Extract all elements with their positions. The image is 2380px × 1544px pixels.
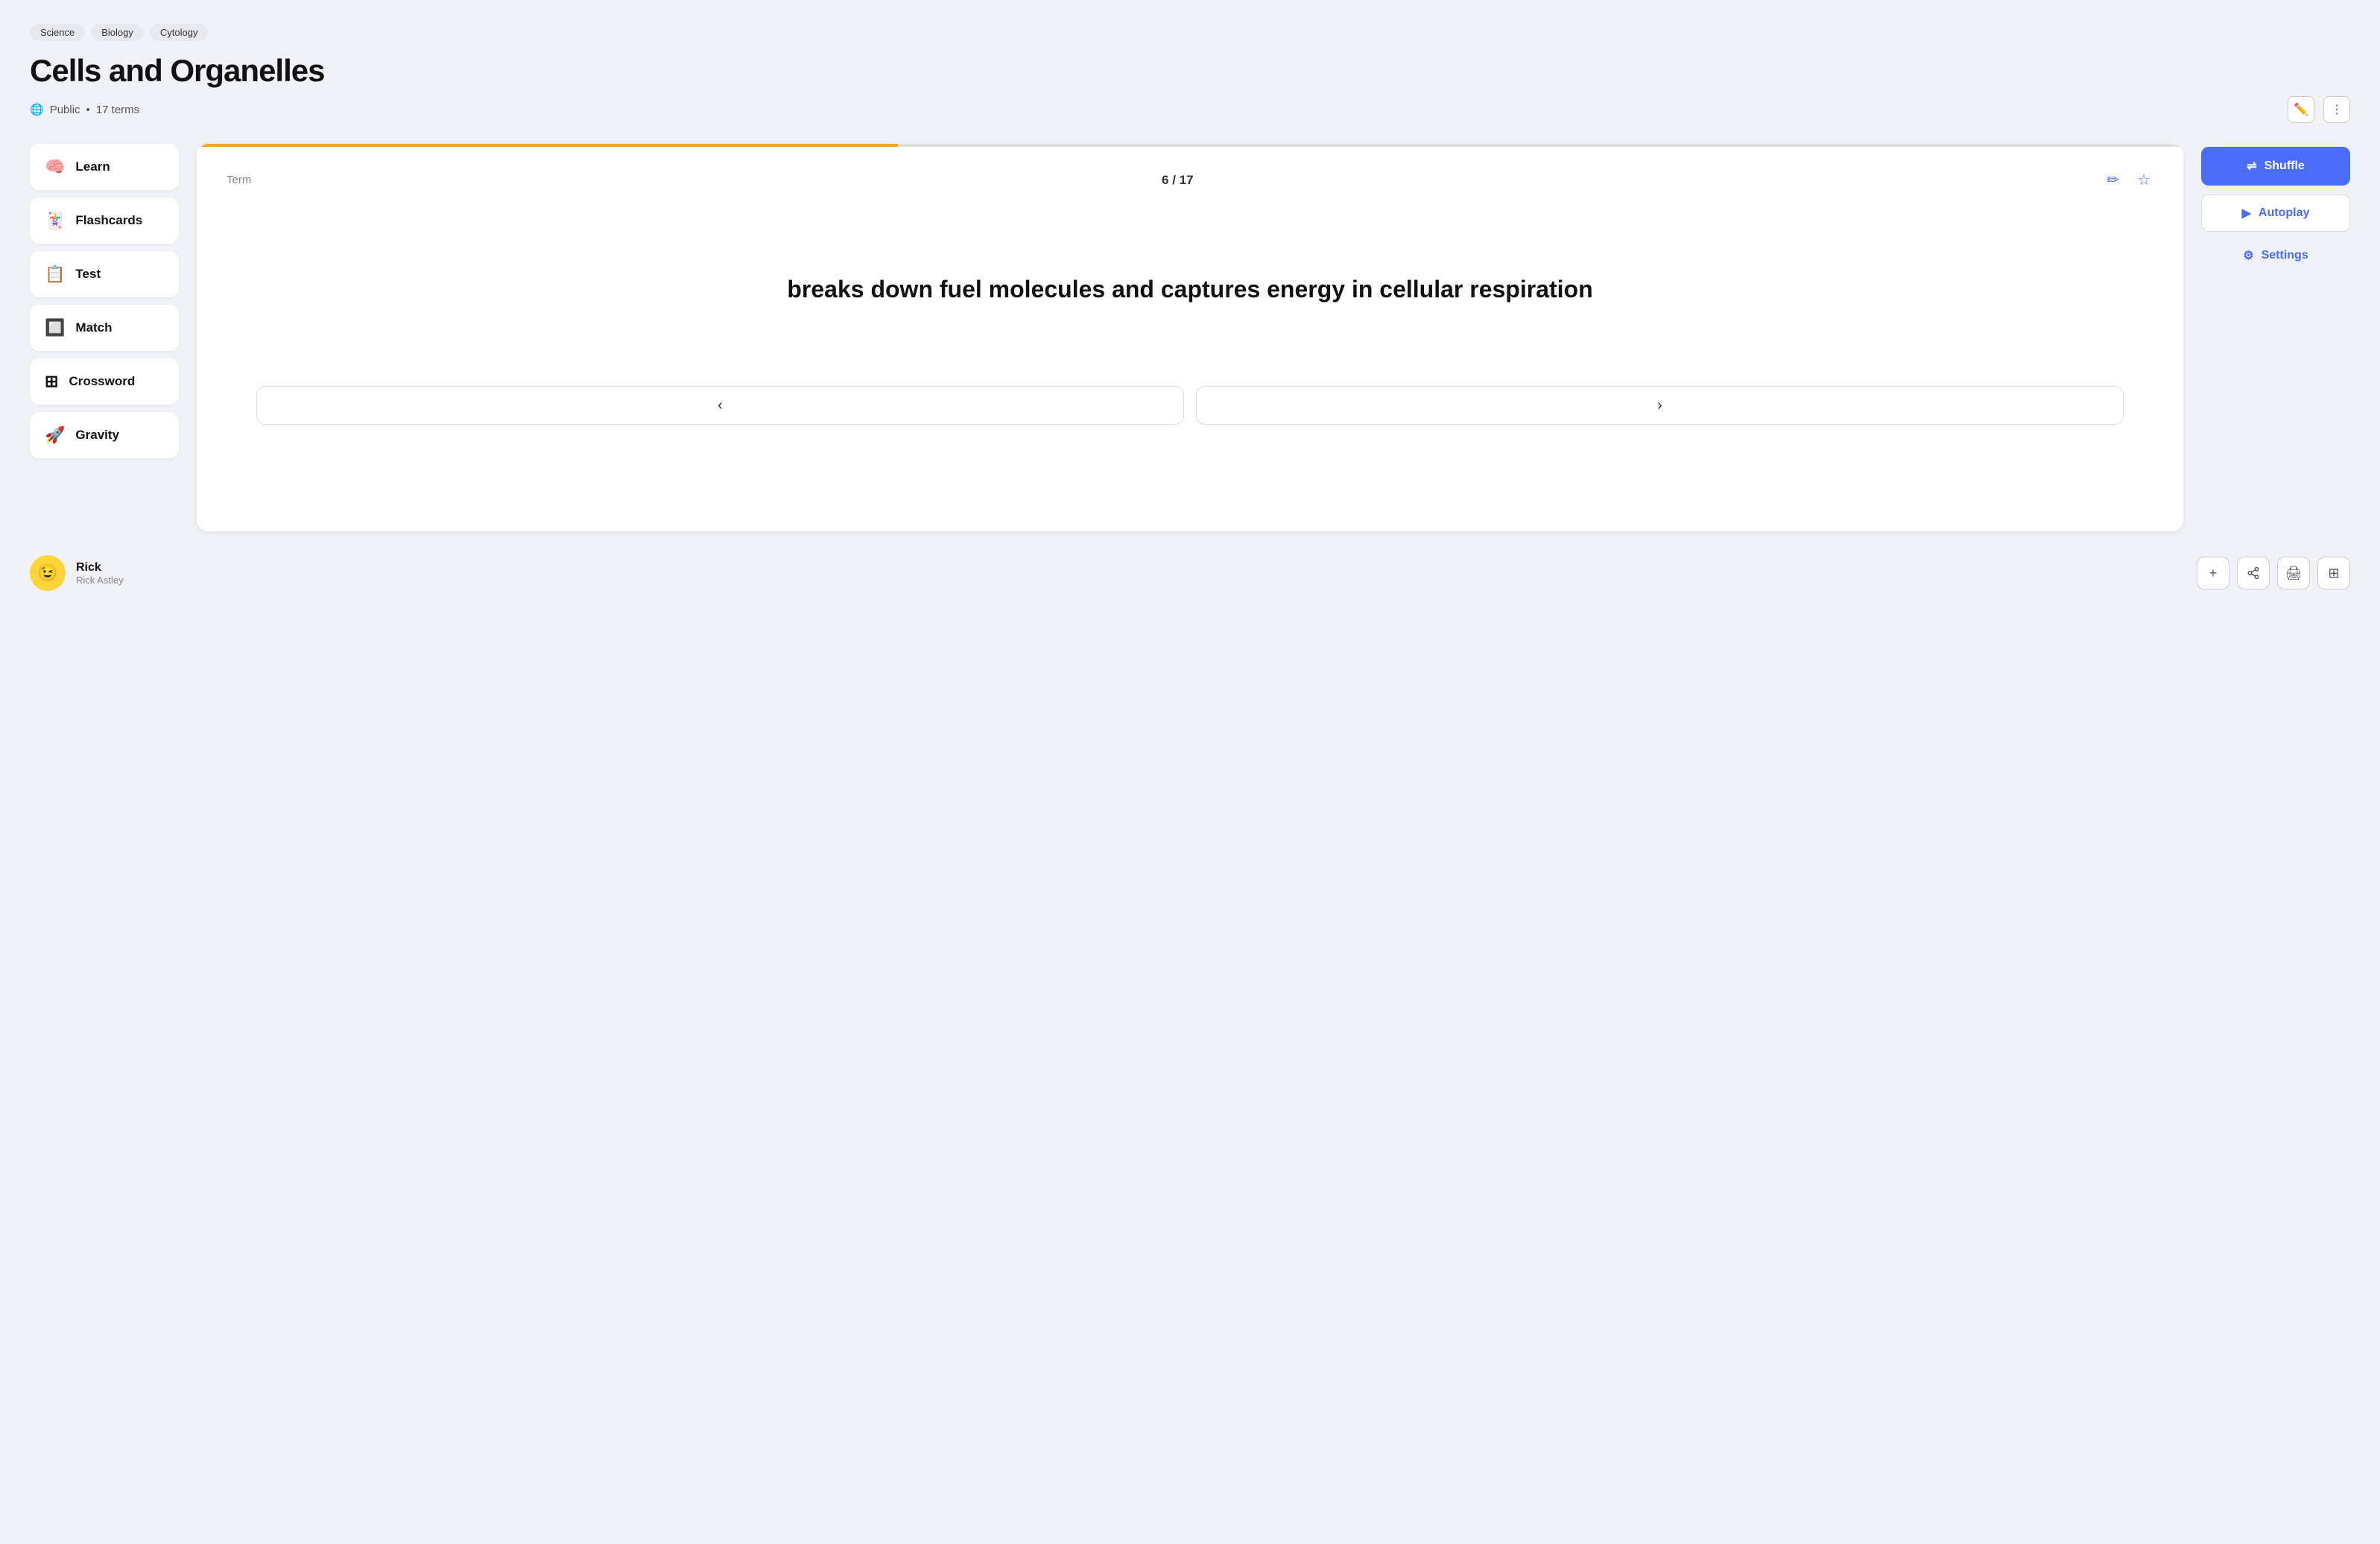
shuffle-label: Shuffle (2265, 159, 2305, 173)
autoplay-label: Autoplay (2259, 206, 2309, 220)
sidebar-label-learn: Learn (75, 159, 110, 174)
next-icon: › (1657, 397, 1662, 414)
flashcard-label: Term (227, 174, 251, 186)
meta-row: 🌐 Public • 17 terms ✏️ ⋮ (30, 96, 2350, 123)
dot-separator: • (86, 104, 90, 116)
grid-button[interactable]: ⊞ (2317, 557, 2350, 589)
sidebar-item-match[interactable]: 🔲 Match (30, 305, 179, 351)
avatar: 😉 (30, 555, 66, 591)
share-button[interactable] (2237, 557, 2270, 589)
match-icon: 🔲 (45, 318, 65, 338)
print-button[interactable]: 🖨 (2277, 557, 2310, 589)
flashcard-inner: Term 6 / 17 ✏ ☆ breaks down fuel molecul… (197, 147, 2183, 469)
right-panel: ⇌ Shuffle ▶ Autoplay ⚙ Settings (2201, 144, 2350, 270)
sidebar-item-test[interactable]: 📋 Test (30, 251, 179, 297)
sidebar-item-crossword[interactable]: ⊞ Crossword (30, 358, 179, 405)
prev-button[interactable]: ‹ (256, 386, 1184, 425)
shuffle-icon: ⇌ (2247, 159, 2256, 174)
flashcard-actions: ✏ ☆ (2104, 168, 2153, 192)
flashcard-star-button[interactable]: ☆ (2134, 168, 2153, 192)
bottom-actions: + 🖨 ⊞ (2197, 557, 2350, 589)
user-handle: Rick Astley (76, 575, 124, 586)
autoplay-button[interactable]: ▶ Autoplay (2201, 194, 2350, 232)
sidebar-label-test: Test (75, 267, 101, 282)
flashcard-area: Term 6 / 17 ✏ ☆ breaks down fuel molecul… (197, 144, 2183, 531)
flashcard-header: Term 6 / 17 ✏ ☆ (227, 168, 2153, 192)
sidebar-label-match: Match (75, 320, 112, 335)
sidebar-item-gravity[interactable]: 🚀 Gravity (30, 412, 179, 458)
bottom-bar: 😉 Rick Rick Astley + 🖨 ⊞ (30, 555, 2350, 591)
shuffle-button[interactable]: ⇌ Shuffle (2201, 147, 2350, 186)
sidebar-label-flashcards: Flashcards (75, 213, 142, 228)
prev-icon: ‹ (718, 397, 723, 414)
page-title: Cells and Organelles (30, 53, 2350, 89)
gear-icon: ⚙ (2243, 248, 2253, 263)
learn-icon: 🧠 (45, 157, 65, 177)
play-icon: ▶ (2242, 206, 2251, 221)
breadcrumb-biology[interactable]: Biology (91, 24, 144, 41)
settings-label: Settings (2262, 249, 2308, 262)
breadcrumbs: Science Biology Cytology (30, 24, 2350, 41)
visibility-label: Public (50, 104, 80, 116)
main-layout: 🧠 Learn 🃏 Flashcards 📋 Test 🔲 Match ⊞ Cr… (30, 144, 2350, 531)
flashcard-counter: 6 / 17 (1162, 173, 1194, 188)
settings-button[interactable]: ⚙ Settings (2201, 241, 2350, 270)
gravity-icon: 🚀 (45, 425, 65, 445)
next-button[interactable]: › (1196, 386, 2124, 425)
flashcard-text: breaks down fuel molecules and captures … (787, 273, 1592, 306)
meta-left: 🌐 Public • 17 terms (30, 103, 139, 116)
breadcrumb-science[interactable]: Science (30, 24, 85, 41)
edit-button[interactable]: ✏️ (2288, 96, 2314, 123)
test-icon: 📋 (45, 265, 65, 284)
globe-icon: 🌐 (30, 103, 44, 116)
sidebar-label-crossword: Crossword (69, 374, 135, 389)
avatar-emoji: 😉 (37, 563, 57, 583)
flashcards-icon: 🃏 (45, 211, 65, 230)
breadcrumb-cytology[interactable]: Cytology (150, 24, 209, 41)
flashcard-edit-button[interactable]: ✏ (2104, 168, 2122, 192)
terms-count: 17 terms (96, 104, 139, 116)
sidebar-item-learn[interactable]: 🧠 Learn (30, 144, 179, 190)
more-button[interactable]: ⋮ (2323, 96, 2350, 123)
user-info: 😉 Rick Rick Astley (30, 555, 124, 591)
sidebar-label-gravity: Gravity (75, 428, 119, 443)
sidebar: 🧠 Learn 🃏 Flashcards 📋 Test 🔲 Match ⊞ Cr… (30, 144, 179, 458)
user-details: Rick Rick Astley (76, 561, 124, 586)
user-name: Rick (76, 561, 124, 575)
sidebar-item-flashcards[interactable]: 🃏 Flashcards (30, 197, 179, 244)
flashcard-content[interactable]: breaks down fuel molecules and captures … (227, 192, 2153, 386)
meta-icons: ✏️ ⋮ (2288, 96, 2350, 123)
crossword-icon: ⊞ (45, 372, 58, 391)
flashcard-nav: ‹ › (227, 386, 2153, 449)
add-button[interactable]: + (2197, 557, 2229, 589)
